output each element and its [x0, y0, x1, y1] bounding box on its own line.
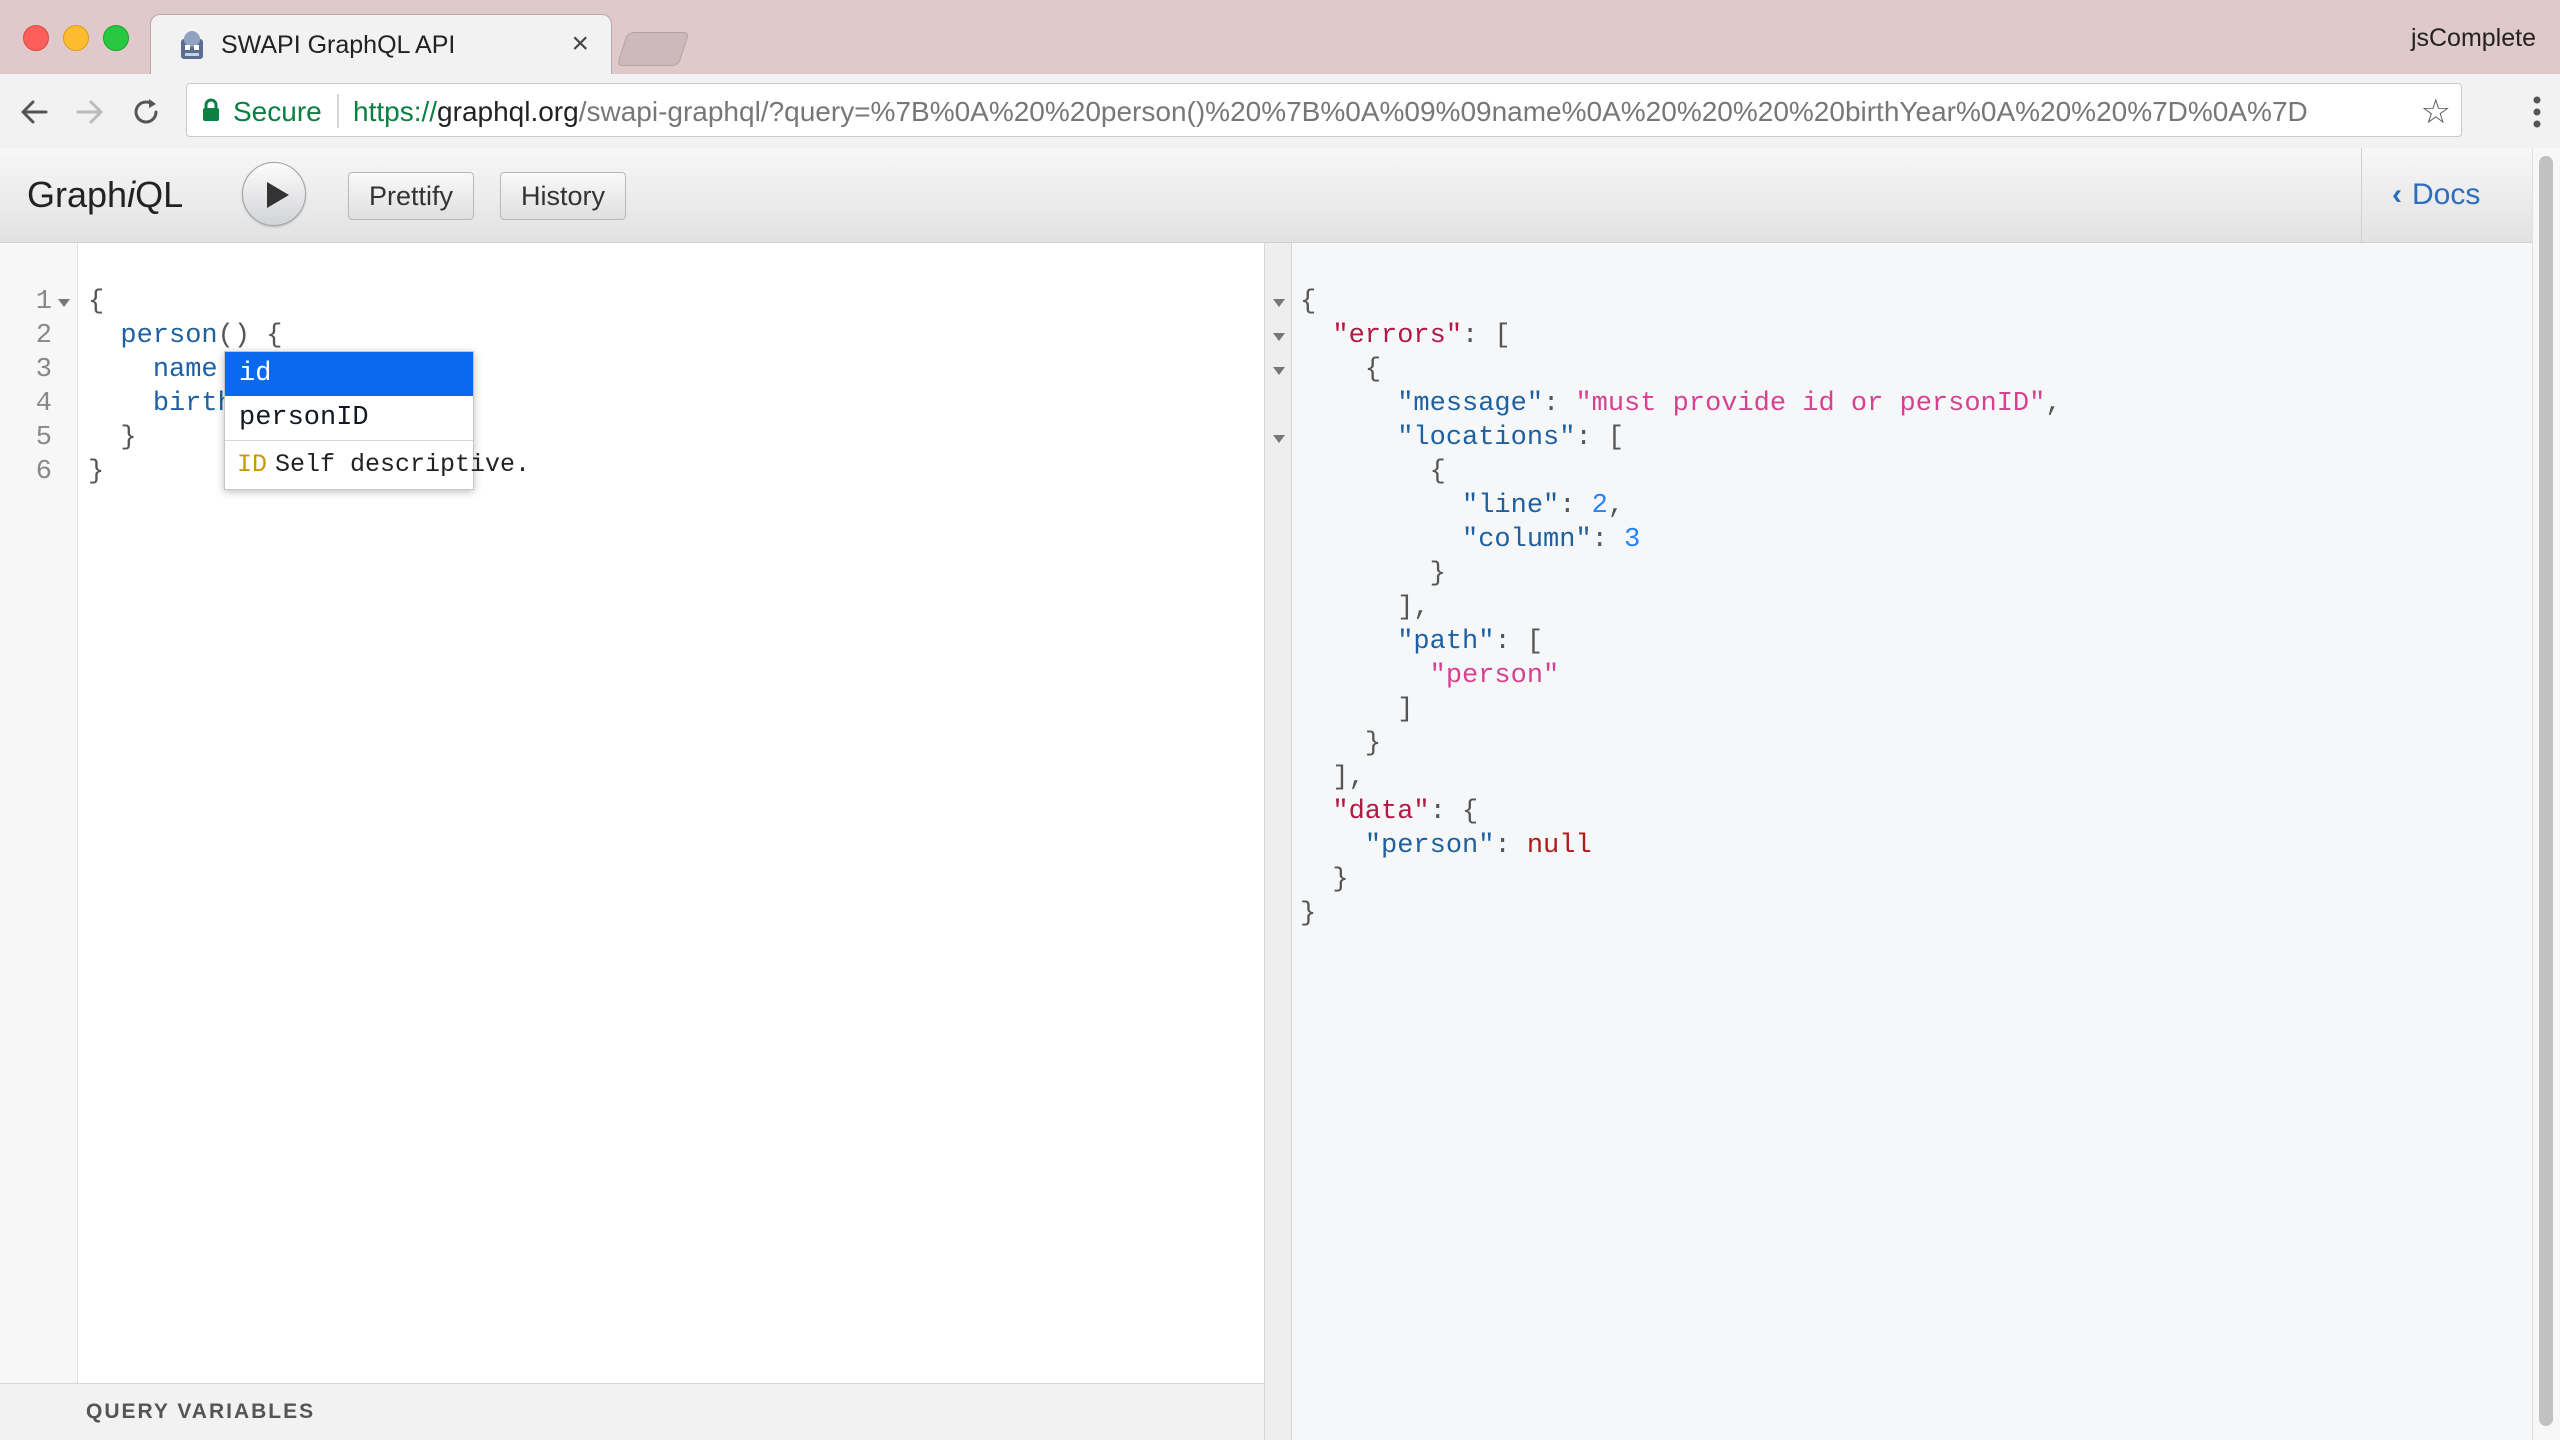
code-line: } [88, 457, 105, 487]
tab-swapi[interactable]: SWAPI GraphQL API × [150, 14, 612, 75]
result-viewer: { "errors": [ { "message": "must provide… [1292, 243, 2532, 1440]
line-number: 1 [35, 287, 52, 317]
json-line: "locations": [ [1397, 423, 1625, 453]
reload-icon[interactable] [128, 94, 164, 130]
query-variables-toggle[interactable]: QUERY VARIABLES [0, 1383, 1264, 1440]
json-line: "column": 3 [1462, 525, 1641, 555]
tab-close-icon[interactable]: × [571, 27, 589, 61]
url-scheme: https:// [353, 96, 438, 127]
query-editor[interactable]: 1 2 3 4 5 6 { person() { name birth } } … [0, 243, 1264, 1383]
json-line: } [1300, 899, 1317, 929]
json-line: "person": null [1364, 831, 1592, 861]
json-line: } [1429, 559, 1446, 589]
url-path: /swapi-graphql/?query=%7B%0A%20%20person… [578, 96, 2308, 127]
address-bar[interactable]: Secure https://graphql.org/swapi-graphql… [186, 83, 2462, 137]
json-line: "errors": [ [1332, 321, 1511, 351]
graphiql-logo: GraphiQL [27, 174, 184, 215]
code-line: person() { [120, 321, 283, 353]
json-line: "line": 2, [1462, 491, 1625, 521]
tab-title: SWAPI GraphQL API [221, 31, 456, 59]
robot-favicon-icon [181, 31, 203, 59]
line-number: 3 [35, 355, 52, 385]
fold-arrow-icon[interactable] [58, 299, 70, 307]
pane-divider[interactable] [1264, 243, 1292, 1440]
docs-button[interactable]: ‹ Docs [2392, 178, 2480, 212]
line-number: 2 [35, 321, 52, 351]
json-line: ], [1397, 593, 1430, 623]
line-number: 6 [35, 457, 52, 487]
window-titlebar: SWAPI GraphQL API × jsComplete [0, 0, 2560, 75]
json-line: ] [1397, 695, 1414, 725]
new-tab-button[interactable] [616, 32, 690, 66]
query-variables-label: QUERY VARIABLES [86, 1400, 316, 1423]
back-arrow-icon[interactable] [16, 94, 52, 130]
fold-arrow-icon[interactable] [1273, 299, 1285, 307]
json-line: { [1364, 355, 1382, 385]
browser-toolbar: Secure https://graphql.org/swapi-graphql… [0, 74, 2560, 149]
scroll-thumb[interactable] [2539, 156, 2553, 1426]
autocomplete-item-id[interactable]: id [225, 352, 473, 396]
json-line: } [1332, 865, 1349, 895]
graphiql-topbar: GraphiQL Prettify History [0, 148, 2532, 243]
lock-icon [203, 98, 219, 121]
json-line: "data": { [1332, 797, 1479, 827]
play-icon [267, 182, 289, 208]
close-window-button[interactable] [23, 25, 49, 51]
code-line: } [88, 423, 137, 453]
menu-dots-icon[interactable] [2532, 92, 2542, 132]
forward-arrow-icon[interactable] [72, 94, 108, 130]
json-line: } [1364, 729, 1382, 759]
fold-arrow-icon[interactable] [1273, 333, 1285, 341]
type-label: ID [237, 450, 268, 479]
json-line: ], [1332, 763, 1365, 793]
profile-name[interactable]: jsComplete [2411, 24, 2536, 53]
json-line: { [1300, 287, 1317, 317]
json-line: "path": [ [1397, 627, 1544, 657]
fold-arrow-icon[interactable] [1273, 435, 1285, 443]
code-line: { [88, 287, 105, 317]
line-number: 5 [35, 423, 52, 453]
secure-label: Secure [233, 96, 322, 127]
address-separator [337, 94, 339, 128]
line-number: 4 [35, 389, 52, 419]
autocomplete-popup: id personID ID Self descriptive. [224, 351, 530, 490]
json-line: "person" [1429, 661, 1560, 691]
docs-panel-toggle: ‹ Docs [2361, 148, 2532, 242]
execute-query-button[interactable] [242, 162, 306, 226]
json-line: "message": "must provide id or personID"… [1397, 389, 2062, 419]
bookmark-star-icon[interactable]: ☆ [2421, 92, 2451, 132]
chevron-left-icon: ‹ [2392, 178, 2402, 211]
prettify-button[interactable]: Prettify [348, 172, 475, 220]
page-scrollbar[interactable] [2532, 148, 2560, 1440]
json-line: { [1429, 457, 1446, 487]
autocomplete-item-personid[interactable]: personID [225, 396, 473, 440]
minimize-window-button[interactable] [63, 25, 89, 51]
error-brace: { [266, 321, 283, 353]
fold-arrow-icon[interactable] [1273, 367, 1285, 375]
url-text[interactable]: https://graphql.org/swapi-graphql/?query… [353, 96, 2353, 128]
code-line: birth [152, 389, 234, 419]
autocomplete-info: ID Self descriptive. [225, 440, 530, 489]
code-line: name [152, 355, 218, 385]
url-host: graphql.org [437, 96, 579, 127]
zoom-window-button[interactable] [103, 25, 129, 51]
history-button[interactable]: History [500, 172, 627, 220]
